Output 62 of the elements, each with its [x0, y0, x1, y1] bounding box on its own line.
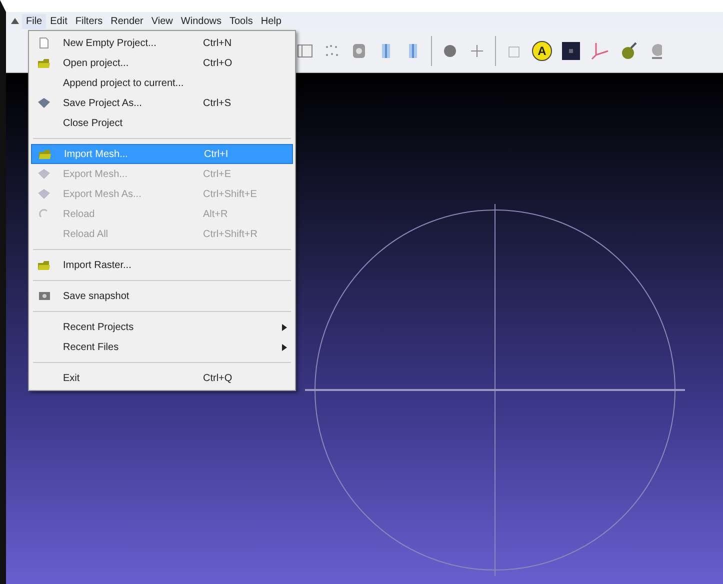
menu-item[interactable]: Exit Ctrl+Q: [31, 368, 293, 388]
menu-label: Append project to current...: [63, 78, 185, 88]
menu-item[interactable]: Windows: [176, 14, 226, 28]
menu-item[interactable]: Save Project As... Ctrl+S: [31, 93, 293, 113]
menu-item[interactable]: Edit: [46, 14, 72, 28]
menu-label: Reload All: [63, 228, 110, 240]
shortcut-label: Ctrl+I: [204, 148, 228, 160]
menu-item[interactable]: Save snapshot: [31, 286, 293, 306]
page-icon: [39, 37, 49, 49]
shortcut-label: Ctrl+O: [203, 58, 232, 68]
light-icon[interactable]: [619, 41, 639, 61]
menu-item[interactable]: Help: [256, 14, 286, 28]
shortcut-label: Ctrl+Shift+E: [203, 188, 257, 200]
shortcut-label: Ctrl+Shift+R: [203, 228, 258, 240]
menu-item[interactable]: Render: [106, 14, 148, 28]
diamond-icon: [38, 98, 50, 108]
menu-item[interactable]: File: [22, 14, 46, 28]
menu-item[interactable]: Filters: [71, 14, 107, 28]
menu-label: Export Mesh...: [63, 168, 128, 180]
menu-label: Export Mesh As...: [63, 188, 142, 200]
menu-item[interactable]: Recent Projects: [31, 317, 293, 337]
cylinder-icon[interactable]: [441, 42, 459, 60]
menu-label: New Empty Project...: [63, 38, 158, 48]
shortcut-label: Alt+R: [203, 208, 228, 220]
menu-label: Save snapshot: [63, 290, 130, 302]
axes-icon[interactable]: [590, 41, 610, 61]
shortcut-label: Ctrl+N: [203, 38, 232, 48]
camera-icon: [38, 291, 50, 301]
reload-icon: [39, 209, 49, 219]
menu-label: Exit: [63, 372, 81, 384]
menu-item[interactable]: View: [147, 14, 177, 28]
mesh-icon[interactable]: [350, 42, 368, 60]
layer-icon[interactable]: [561, 41, 581, 61]
folder-icon: [38, 260, 50, 270]
diamond-icon: [38, 169, 50, 179]
app-icon: [10, 16, 20, 26]
submenu-arrow-icon: [282, 324, 287, 330]
menu-label: Open project...: [63, 58, 130, 68]
menu-item[interactable]: New Empty Project... Ctrl+N: [31, 33, 293, 53]
frame-icon[interactable]: [296, 42, 314, 60]
menu-label: Close Project: [63, 118, 124, 128]
menu-item[interactable]: Tools: [225, 14, 257, 28]
menu-item[interactable]: Import Raster...: [31, 255, 293, 275]
menu-label: Import Mesh...: [64, 148, 129, 160]
folder-icon: [38, 58, 50, 68]
nodes-icon[interactable]: [468, 42, 486, 60]
diamond-icon: [38, 189, 50, 199]
menu-item[interactable]: Open project... Ctrl+O: [31, 53, 293, 73]
submenu-arrow-icon: [282, 344, 287, 350]
menu-label: Save Project As...: [63, 98, 143, 108]
menu-item[interactable]: Recent Files: [31, 337, 293, 357]
annotation-button[interactable]: A: [532, 41, 552, 61]
menu-item[interactable]: Append project to current...: [31, 73, 293, 93]
shortcut-label: Ctrl+E: [203, 168, 232, 180]
menu-item[interactable]: Close Project: [31, 113, 293, 133]
menu-label: Recent Projects: [63, 322, 135, 332]
shortcut-label: Ctrl+Q: [203, 372, 232, 384]
menu-label: Import Raster...: [63, 260, 132, 270]
folder-icon: [39, 148, 51, 160]
shortcut-label: Ctrl+S: [203, 98, 232, 108]
menu-label: Recent Files: [63, 342, 120, 352]
menu-label: Reload: [63, 208, 96, 220]
